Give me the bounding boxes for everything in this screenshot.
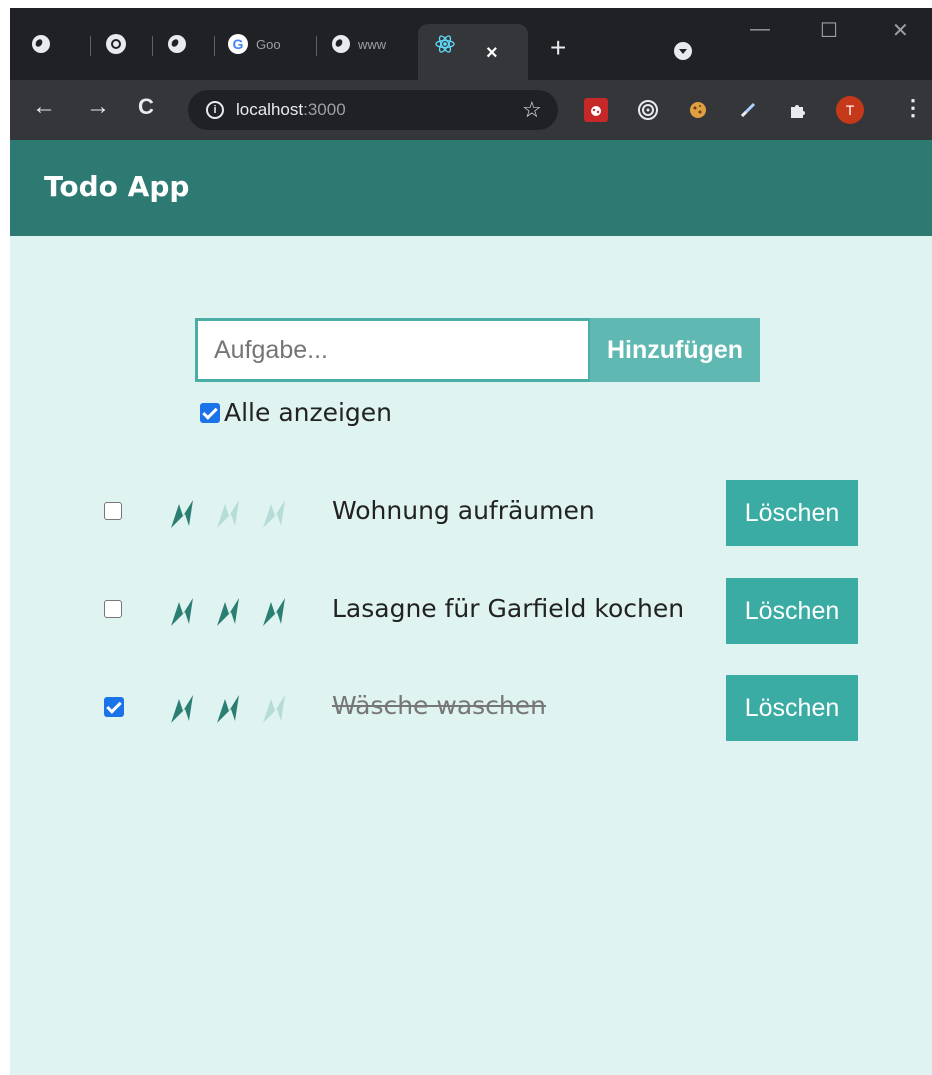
forward-button[interactable]: → — [86, 94, 110, 120]
tab-google[interactable]: G Goo — [228, 24, 290, 64]
tab-strip: G Goo www × + — ☐ ✕ — [10, 8, 932, 80]
url-host: localhost — [236, 100, 304, 119]
react-tab-favicon — [434, 24, 456, 64]
todo-done-checkbox[interactable] — [104, 697, 124, 717]
add-task-button[interactable]: Hinzufügen — [590, 318, 760, 382]
priority-rating — [165, 594, 303, 630]
todo-text: Lasagne für Garfield kochen — [332, 594, 685, 623]
eyedropper-extension-icon[interactable] — [736, 98, 760, 122]
tab-1[interactable] — [32, 24, 50, 64]
app-header: Todo App — [10, 140, 932, 236]
priority-bolt-active-icon[interactable] — [211, 691, 245, 727]
tab-www[interactable]: www — [332, 24, 392, 64]
new-tab-button[interactable]: + — [550, 34, 566, 62]
priority-rating — [165, 691, 303, 727]
info-icon[interactable]: i — [206, 101, 224, 119]
tab-search-icon[interactable] — [674, 42, 692, 60]
app-title: Todo App — [44, 170, 190, 203]
puzzle-extensions-icon[interactable] — [786, 98, 810, 122]
cookie-extension-icon[interactable] — [686, 98, 710, 122]
bookmark-star-icon[interactable]: ☆ — [522, 97, 542, 123]
globe-icon — [168, 35, 186, 53]
task-input[interactable] — [195, 318, 591, 382]
url-port: :3000 — [303, 100, 346, 119]
react-icon — [435, 35, 455, 53]
close-tab-icon[interactable]: × — [486, 42, 498, 65]
show-all-filter[interactable]: Alle anzeigen — [200, 398, 392, 427]
address-bar[interactable]: i localhost:3000 ☆ — [188, 90, 558, 130]
profile-avatar[interactable]: T — [836, 96, 864, 124]
globe-icon — [32, 35, 50, 53]
todo-item: Wohnung aufräumen Löschen — [10, 480, 932, 546]
target-extension-icon[interactable] — [636, 98, 660, 122]
whatsapp-icon — [106, 34, 126, 54]
minimize-button[interactable]: — — [750, 18, 770, 41]
priority-rating — [165, 496, 303, 532]
todo-done-checkbox[interactable] — [104, 600, 122, 618]
priority-bolt-active-icon[interactable] — [165, 496, 199, 532]
google-icon: G — [228, 34, 248, 54]
delete-button[interactable]: Löschen — [726, 675, 858, 741]
todo-text: Wohnung aufräumen — [332, 496, 595, 525]
priority-bolt-active-icon[interactable] — [165, 691, 199, 727]
show-all-checkbox[interactable] — [200, 402, 220, 423]
tab-separator — [152, 36, 153, 56]
tab-3[interactable] — [168, 24, 186, 64]
priority-bolt-inactive-icon[interactable] — [211, 496, 245, 532]
tab-separator — [214, 36, 215, 56]
show-all-label: Alle anzeigen — [224, 398, 393, 427]
tab-title: www — [358, 36, 387, 52]
maximize-button[interactable]: ☐ — [820, 18, 838, 43]
todo-item: Wäsche waschen Löschen — [10, 675, 932, 741]
globe-icon — [332, 35, 350, 53]
browser-menu-icon[interactable]: ⋮ — [902, 94, 924, 122]
priority-bolt-active-icon[interactable] — [211, 594, 245, 630]
delete-button[interactable]: Löschen — [726, 578, 858, 644]
priority-bolt-active-icon[interactable] — [257, 594, 291, 630]
todo-text: Wäsche waschen — [332, 691, 546, 720]
tab-title: Goo — [256, 36, 281, 52]
tab-separator — [90, 36, 91, 56]
priority-bolt-inactive-icon[interactable] — [257, 496, 291, 532]
reload-button[interactable]: C — [138, 94, 154, 120]
todo-done-checkbox[interactable] — [104, 502, 122, 520]
back-button[interactable]: ← — [32, 94, 56, 120]
browser-toolbar: ← → C i localhost:3000 ☆ T ⋮ — [10, 80, 932, 140]
browser-window: G Goo www × + — ☐ ✕ ← → C i localhost:30… — [10, 8, 932, 1075]
todo-app: Todo App Hinzufügen Alle anzeigen Wohnun… — [10, 140, 932, 1075]
url-text: localhost:3000 — [236, 100, 346, 120]
ladybug-extension-icon[interactable] — [584, 98, 608, 122]
priority-bolt-inactive-icon[interactable] — [257, 691, 291, 727]
delete-button[interactable]: Löschen — [726, 480, 858, 546]
priority-bolt-active-icon[interactable] — [165, 594, 199, 630]
todo-item: Lasagne für Garfield kochen Löschen — [10, 578, 932, 644]
tab-whatsapp[interactable] — [106, 24, 126, 64]
close-window-button[interactable]: ✕ — [892, 18, 909, 43]
tab-separator — [316, 36, 317, 56]
